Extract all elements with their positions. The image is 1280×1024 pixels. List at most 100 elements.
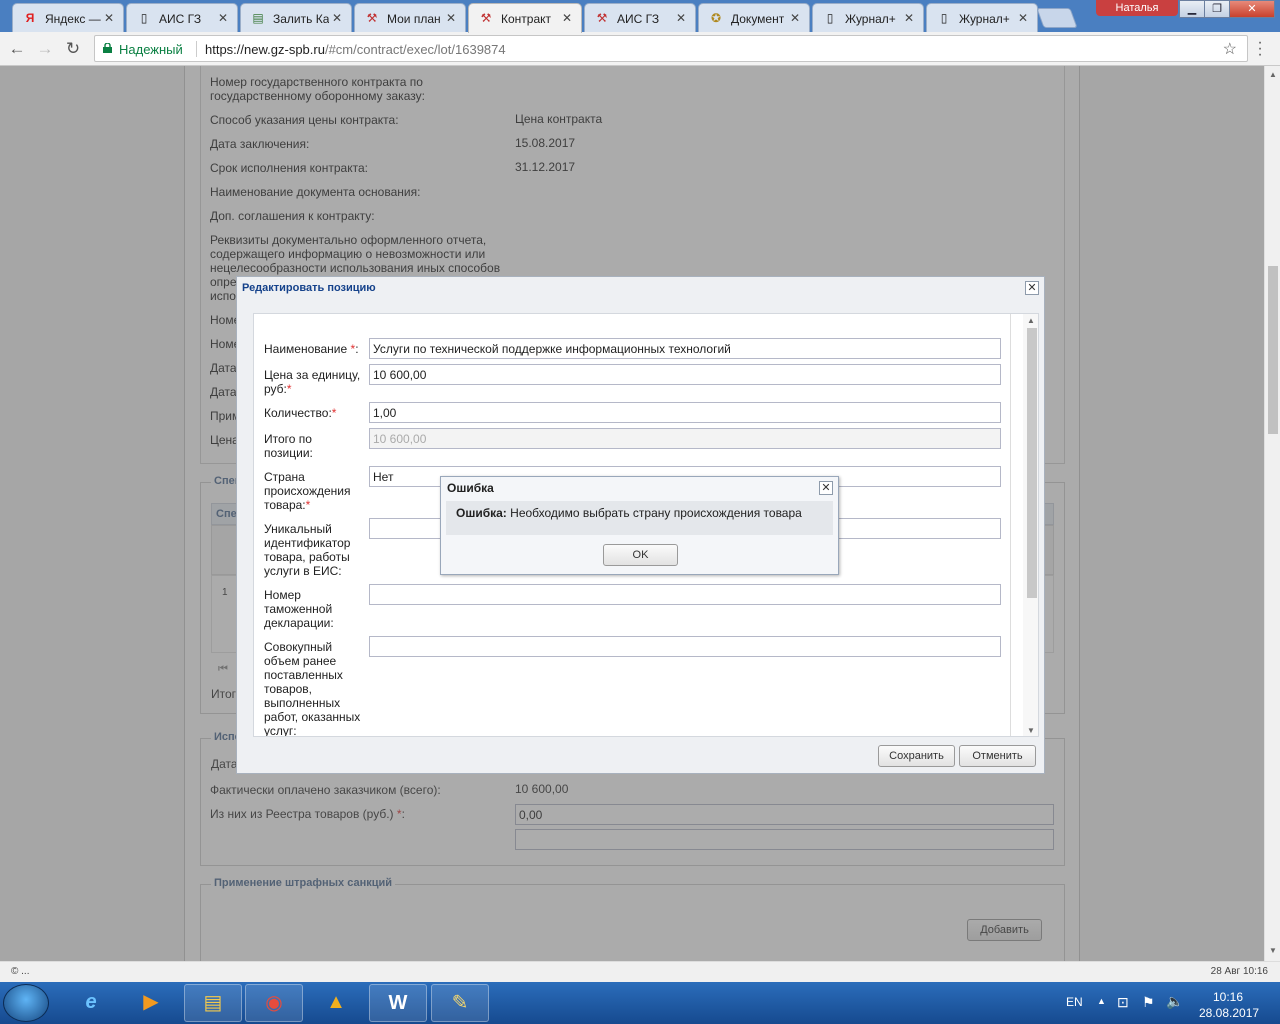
country-label: Страна происхождения товара:* xyxy=(264,470,351,512)
tab-ais-gz-2[interactable]: ⚒ АИС ГЗ ✕ xyxy=(584,3,696,32)
reload-button[interactable]: ↻ xyxy=(62,38,84,60)
close-icon[interactable]: ✕ xyxy=(790,11,800,25)
close-icon[interactable]: ✕ xyxy=(562,11,572,25)
windows-taskbar: e ▶ ▤ ◉ ▲ W ✎ EN ▲ ⊡ ⚑ 🔈 10:16 28.08.201… xyxy=(0,982,1280,1024)
close-icon[interactable]: ✕ xyxy=(332,11,342,25)
tab-label: Залить Ка xyxy=(273,12,330,26)
network-icon[interactable]: ⊡ xyxy=(1117,994,1129,1011)
position-total-label: Итого по позиции: xyxy=(264,432,313,460)
close-icon[interactable]: ✕ xyxy=(446,11,456,25)
tab-journal-1[interactable]: ▯ Журнал+ ✕ xyxy=(812,3,924,32)
tab-label: Мои план xyxy=(387,12,441,26)
unique-id-label: Уникальный идентификатор товара, работы … xyxy=(264,522,351,578)
media-player-icon[interactable]: ▶ xyxy=(122,984,180,1022)
name-field-label: Наименование *: xyxy=(264,342,359,356)
tray-expand-icon[interactable]: ▲ xyxy=(1097,996,1106,1006)
page-status-bar: © ... 28 Авг 10:16 xyxy=(0,961,1280,982)
scroll-up-icon[interactable]: ▲ xyxy=(1027,316,1035,325)
tab-label: АИС ГЗ xyxy=(159,12,202,26)
name-input[interactable]: Услуги по технической поддержке информац… xyxy=(369,338,1001,359)
close-icon[interactable]: ✕ xyxy=(104,11,114,25)
unit-price-input[interactable]: 10 600,00 xyxy=(369,364,1001,385)
emblem-icon: ✪ xyxy=(710,11,722,25)
tab-contract[interactable]: ⚒ Контракт ✕ xyxy=(468,3,582,33)
file-explorer-icon[interactable]: ▤ xyxy=(184,984,242,1022)
cancel-button[interactable]: Отменить xyxy=(959,745,1036,767)
gavel-icon: ⚒ xyxy=(596,11,608,25)
new-tab-button[interactable] xyxy=(1036,8,1078,28)
scroll-down-icon[interactable]: ▼ xyxy=(1027,726,1035,735)
close-icon[interactable]: ✕ xyxy=(904,11,914,25)
tab-label: Документ xyxy=(731,12,785,26)
maximize-button[interactable]: ❐ xyxy=(1204,0,1230,18)
close-icon[interactable]: ✕ xyxy=(218,11,228,25)
browser-menu-icon[interactable]: · · · xyxy=(1255,35,1265,63)
volume-icon[interactable]: 🔈 xyxy=(1166,993,1183,1010)
yandex-icon: Я xyxy=(25,11,35,25)
copyright-text: © ... xyxy=(11,966,30,977)
language-indicator[interactable]: EN xyxy=(1066,995,1083,1009)
forward-button[interactable]: → xyxy=(34,38,56,60)
scroll-up-icon[interactable]: ▲ xyxy=(1269,70,1277,79)
bookmark-star-icon[interactable]: ☆ xyxy=(1223,39,1237,59)
tab-my-plans[interactable]: ⚒ Мои план ✕ xyxy=(354,3,466,32)
url-text[interactable]: https://new.gz-spb.ru/#cm/contract/exec/… xyxy=(205,42,506,57)
scroll-thumb[interactable] xyxy=(1027,328,1037,598)
tab-upload[interactable]: ▤ Залить Ка ✕ xyxy=(240,3,352,32)
quantity-input[interactable]: 1,00 xyxy=(369,402,1001,423)
page-scrollbar[interactable]: ▲ ▼ xyxy=(1264,66,1280,961)
gavel-icon: ⚒ xyxy=(366,11,378,25)
close-icon[interactable]: ✕ xyxy=(676,11,686,25)
error-dialog-title: Ошибка xyxy=(447,481,494,495)
ok-button[interactable]: OK xyxy=(603,544,678,566)
back-button[interactable]: ← xyxy=(6,38,28,60)
app-triangle-icon[interactable]: ▲ xyxy=(307,984,365,1022)
dialog-title: Редактировать позицию xyxy=(242,282,376,294)
paint-icon[interactable]: ✎ xyxy=(431,984,489,1022)
dialog-scrollbar[interactable]: ▲ ▼ xyxy=(1023,314,1038,736)
tab-journal-2[interactable]: ▯ Журнал+ ✕ xyxy=(926,3,1038,32)
lock-icon xyxy=(103,43,112,53)
window-close-button[interactable]: ✕ xyxy=(1229,0,1275,18)
action-center-flag-icon[interactable]: ⚑ xyxy=(1142,994,1155,1011)
unit-price-label: Цена за единицу, руб:* xyxy=(264,368,361,396)
page-icon: ▯ xyxy=(826,11,834,25)
clock-date[interactable]: 28.08.2017 xyxy=(1199,1006,1259,1020)
tab-yandex[interactable]: Я Яндекс — ✕ xyxy=(12,3,124,32)
position-total-input: 10 600,00 xyxy=(369,428,1001,449)
customs-declaration-label: Номер таможенной декларации: xyxy=(264,588,334,630)
url-field[interactable]: Надежный https://new.gz-spb.ru/#cm/contr… xyxy=(94,35,1248,62)
start-button[interactable] xyxy=(3,984,49,1022)
close-icon[interactable]: ✕ xyxy=(1025,281,1039,295)
scroll-down-icon[interactable]: ▼ xyxy=(1269,946,1277,955)
tab-label: Журнал+ xyxy=(845,12,896,26)
tab-ais-gz[interactable]: ▯ АИС ГЗ ✕ xyxy=(126,3,238,32)
user-profile-badge[interactable]: Наталья xyxy=(1096,0,1178,16)
tab-label: Яндекс — xyxy=(45,12,101,26)
chrome-icon[interactable]: ◉ xyxy=(245,984,303,1022)
error-message: Ошибка: Необходимо выбрать страну происх… xyxy=(446,501,833,535)
browser-tab-strip: Я Яндекс — ✕ ▯ АИС ГЗ ✕ ▤ Залить Ка ✕ ⚒ … xyxy=(0,0,1280,33)
total-volume-input[interactable] xyxy=(369,636,1001,657)
gavel-icon: ⚒ xyxy=(480,11,492,25)
tab-label: Контракт xyxy=(501,12,552,26)
divider xyxy=(196,41,197,57)
secure-label: Надежный xyxy=(119,42,183,57)
close-icon[interactable]: ✕ xyxy=(819,481,833,495)
error-dialog: Ошибка ✕ Ошибка: Необходимо выбрать стра… xyxy=(440,476,839,575)
page-icon: ▯ xyxy=(140,11,148,25)
scroll-thumb[interactable] xyxy=(1268,266,1278,434)
clock-time[interactable]: 10:16 xyxy=(1213,990,1243,1004)
tab-document[interactable]: ✪ Документ ✕ xyxy=(698,3,810,32)
total-volume-label: Совокупный объем ранее поставленных това… xyxy=(264,640,361,737)
tab-label: АИС ГЗ xyxy=(617,12,660,26)
page-icon: ▯ xyxy=(940,11,948,25)
server-time: 28 Авг 10:16 xyxy=(1210,966,1268,977)
word-icon[interactable]: W xyxy=(369,984,427,1022)
close-icon[interactable]: ✕ xyxy=(1018,11,1028,25)
internet-explorer-icon[interactable]: e xyxy=(62,984,120,1022)
save-button[interactable]: Сохранить xyxy=(878,745,955,767)
tab-label: Журнал+ xyxy=(959,12,1010,26)
minimize-button[interactable]: ▁ xyxy=(1179,0,1205,18)
customs-declaration-input[interactable] xyxy=(369,584,1001,605)
